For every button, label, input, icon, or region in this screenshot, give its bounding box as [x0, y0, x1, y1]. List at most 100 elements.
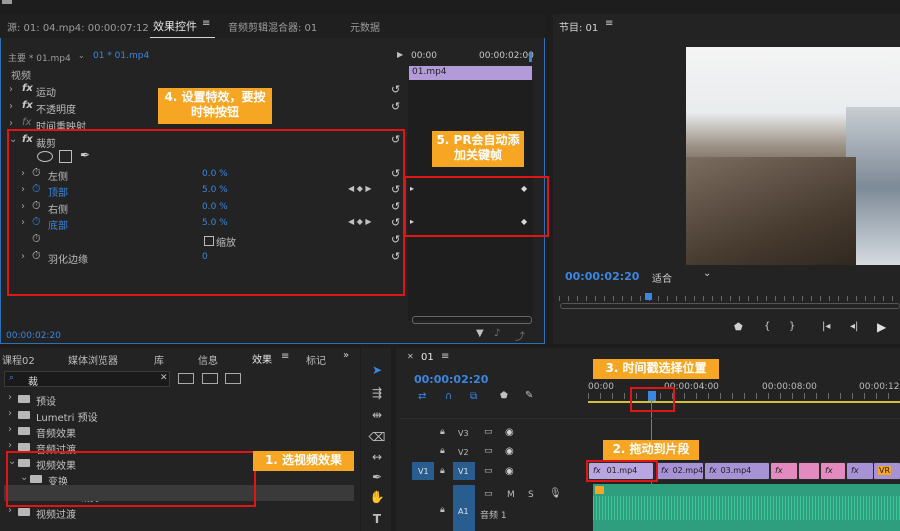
marker-icon[interactable]: ⬟ — [734, 322, 743, 333]
chevron-down-icon[interactable]: ⌄ — [703, 268, 711, 279]
yuv-filter-icon[interactable] — [225, 373, 241, 384]
sync-lock-icon[interactable]: ▭ — [484, 427, 493, 437]
chevron-right-icon[interactable]: › — [8, 424, 12, 435]
chevron-right-icon[interactable]: › — [8, 392, 12, 403]
clip-02[interactable]: fx 02.mp4 — [657, 463, 703, 479]
selection-tool-icon[interactable]: ➤ — [368, 361, 386, 379]
program-playhead[interactable] — [645, 293, 652, 300]
chevron-right-icon[interactable]: › — [9, 101, 13, 112]
timeline-menu-icon[interactable]: ≡ — [441, 351, 449, 362]
app-menu-icon[interactable] — [2, 0, 12, 4]
clip-05[interactable] — [799, 463, 819, 479]
step-back-icon[interactable]: ◂| — [850, 321, 858, 332]
export-icon[interactable]: ⤴ — [515, 328, 525, 343]
eye-icon[interactable]: ◉ — [505, 466, 514, 477]
tab-effects[interactable]: 效果 — [252, 351, 272, 366]
lock-icon[interactable]: 🔒︎ — [440, 446, 445, 456]
effect-motion-label[interactable]: 运动 — [36, 84, 56, 99]
go-to-in-icon[interactable]: |◂ — [822, 321, 830, 332]
timeline-sequence-tab[interactable]: 01 — [421, 352, 434, 363]
nest-icon[interactable]: ⇄ — [418, 391, 426, 402]
audio-icon[interactable]: ♪ — [494, 328, 500, 339]
tab-project[interactable]: 课程02 — [2, 352, 35, 367]
tab-menu-icon[interactable]: ≡ — [202, 18, 210, 29]
tab-source[interactable]: 源: 01: 04.mp4: 00:00:07:12 — [7, 19, 149, 34]
track-a1-label[interactable]: A1 — [458, 507, 469, 516]
track-v1-label[interactable]: V1 — [458, 467, 469, 476]
play-arrow-icon[interactable]: ▶ — [397, 50, 403, 59]
clip-08[interactable]: VR — [874, 463, 900, 479]
mute-button[interactable]: M — [507, 490, 515, 500]
mark-in-icon[interactable]: { — [764, 321, 770, 332]
effects-tree-item[interactable]: 视频过渡 — [36, 506, 76, 521]
chevron-right-icon[interactable]: › — [8, 408, 12, 419]
add-marker-icon[interactable]: ⬟ — [500, 391, 508, 401]
filter-icon[interactable]: ▼ — [476, 328, 484, 339]
razor-tool-icon[interactable]: ⌫ — [368, 428, 386, 446]
mark-out-icon[interactable]: } — [789, 321, 795, 332]
slip-tool-icon[interactable]: ↔ — [368, 448, 386, 466]
lock-icon[interactable]: 🔒︎ — [440, 466, 445, 476]
lock-icon[interactable]: 🔒︎ — [440, 427, 445, 437]
ec-playhead[interactable] — [529, 52, 532, 62]
timeline-timecode[interactable]: 00:00:02:20 — [414, 373, 488, 386]
solo-button[interactable]: S — [528, 490, 534, 500]
32bit-filter-icon[interactable] — [202, 373, 218, 384]
sync-lock-icon[interactable]: ▭ — [484, 466, 493, 476]
lock-icon[interactable]: 🔒︎ — [440, 505, 445, 515]
audio-clip[interactable] — [593, 484, 900, 531]
pen-tool-icon[interactable]: ✒ — [368, 468, 386, 486]
hand-tool-icon[interactable]: ✋ — [368, 488, 386, 506]
effects-tree-item[interactable]: Lumetri 预设 — [36, 409, 98, 424]
track-v3-label[interactable]: V3 — [458, 429, 469, 438]
tab-metadata[interactable]: 元数据 — [350, 19, 380, 34]
clear-search-icon[interactable]: ✕ — [160, 373, 168, 383]
track-v2-label[interactable]: V2 — [458, 448, 469, 457]
effects-tree-item[interactable]: 预设 — [36, 393, 56, 408]
tab-audio-mixer[interactable]: 音频剪辑混合器: 01 — [228, 19, 317, 34]
tab-media-browser[interactable]: 媒体浏览器 — [68, 352, 118, 367]
timeline-close-icon[interactable]: ✕ — [407, 352, 414, 361]
ec-scrollbar[interactable] — [412, 316, 532, 324]
chevron-right-icon[interactable]: › — [8, 440, 12, 451]
sequence-label[interactable]: 01 * 01.mp4 — [93, 51, 149, 61]
type-tool-icon[interactable]: T — [368, 510, 386, 528]
vr-badge: VR — [878, 466, 892, 475]
clip-03[interactable]: fx 03.mp4 — [705, 463, 769, 479]
effects-tree-item[interactable]: 音频效果 — [36, 425, 76, 440]
clip-06[interactable]: fx — [821, 463, 845, 479]
accelerated-filter-icon[interactable] — [178, 373, 194, 384]
program-scrollbar[interactable] — [560, 303, 900, 309]
program-menu-icon[interactable]: ≡ — [605, 18, 613, 29]
more-tabs-icon[interactable]: » — [343, 350, 349, 361]
program-monitor-title[interactable]: 节目: 01 — [559, 19, 598, 34]
ripple-edit-tool-icon[interactable]: ⇹ — [368, 406, 386, 424]
effect-opacity-label[interactable]: 不透明度 — [36, 101, 76, 116]
tab-info[interactable]: 信息 — [198, 352, 218, 367]
ec-timecode[interactable]: 00:00:02:20 — [6, 331, 61, 341]
source-label[interactable]: 主要 * 01.mp4 — [8, 51, 71, 64]
chevron-right-icon[interactable]: › — [9, 118, 13, 129]
reset-icon[interactable]: ↺ — [391, 100, 400, 113]
track-select-tool-icon[interactable]: ⇶ — [368, 384, 386, 402]
chevron-down-icon[interactable]: ⌄ — [78, 51, 85, 60]
sync-lock-icon[interactable]: ▭ — [484, 489, 493, 499]
wrench-icon[interactable]: ✎ — [525, 390, 533, 401]
linked-selection-icon[interactable]: ⧉ — [470, 391, 477, 402]
tab-markers[interactable]: 标记 — [306, 352, 326, 367]
eye-icon[interactable]: ◉ — [505, 427, 514, 438]
chevron-right-icon[interactable]: › — [9, 84, 13, 95]
clip-04[interactable]: fx — [771, 463, 797, 479]
reset-icon[interactable]: ↺ — [391, 83, 400, 96]
eye-icon[interactable]: ◉ — [505, 446, 514, 457]
program-timecode[interactable]: 00:00:02:20 — [565, 270, 639, 283]
snap-icon[interactable]: ∩ — [445, 391, 452, 402]
tab-menu-icon[interactable]: ≡ — [281, 351, 289, 362]
sync-lock-icon[interactable]: ▭ — [484, 446, 493, 456]
mic-icon[interactable]: 🎙︎ — [549, 488, 562, 499]
tab-effect-controls[interactable]: 效果控件 — [153, 18, 197, 34]
tab-library[interactable]: 库 — [154, 352, 164, 367]
fit-select[interactable]: 适合 — [652, 270, 672, 285]
clip-07[interactable]: fx — [847, 463, 873, 479]
play-icon[interactable]: ▶ — [877, 320, 886, 334]
